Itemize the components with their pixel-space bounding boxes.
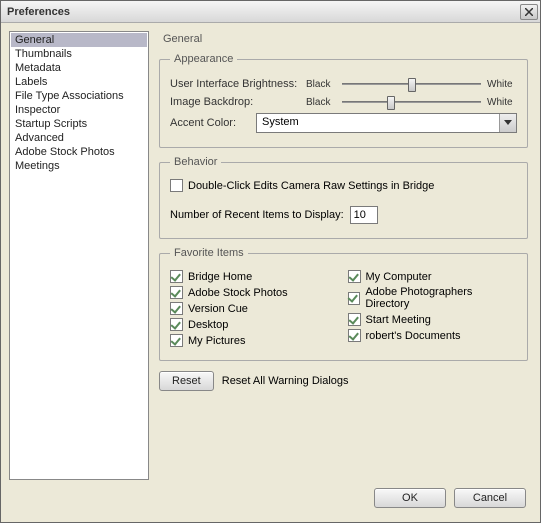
chevron-down-icon [499, 114, 516, 132]
favorite-label: Desktop [188, 319, 228, 331]
page-heading: General [163, 33, 528, 45]
slider-white-label-2: White [487, 97, 517, 108]
favorite-checkbox[interactable] [348, 313, 361, 326]
reset-warnings-label: Reset All Warning Dialogs [222, 375, 349, 387]
accent-color-value: System [257, 114, 499, 132]
titlebar: Preferences [1, 1, 540, 23]
accent-color-select[interactable]: System [256, 113, 517, 133]
favorite-item: Adobe Photographers Directory [348, 286, 518, 310]
favorite-checkbox[interactable] [348, 292, 361, 305]
sidebar-item-labels[interactable]: Labels [11, 75, 147, 89]
favorite-item: Start Meeting [348, 313, 518, 326]
favorite-checkbox[interactable] [170, 318, 183, 331]
favorite-label: robert's Documents [366, 330, 461, 342]
backdrop-slider-thumb[interactable] [387, 96, 395, 110]
favorite-label: My Pictures [188, 335, 245, 347]
appearance-legend: Appearance [170, 53, 237, 65]
backdrop-slider[interactable] [342, 95, 481, 109]
favorite-label: Adobe Photographers Directory [365, 286, 517, 310]
favorite-item: Desktop [170, 318, 340, 331]
favorite-item: My Pictures [170, 334, 340, 347]
favorite-label: Start Meeting [366, 314, 431, 326]
sidebar-item-advanced[interactable]: Advanced [11, 131, 147, 145]
backdrop-label: Image Backdrop: [170, 96, 300, 108]
favorite-item: robert's Documents [348, 329, 518, 342]
ok-button[interactable]: OK [374, 488, 446, 508]
main-panel: General Appearance User Interface Bright… [159, 31, 532, 480]
behavior-group: Behavior Double-Click Edits Camera Raw S… [159, 156, 528, 239]
recent-items-input[interactable]: 10 [350, 206, 378, 224]
favorite-item: Adobe Stock Photos [170, 286, 340, 299]
brightness-slider-thumb[interactable] [408, 78, 416, 92]
close-icon [525, 8, 533, 16]
sidebar-item-general[interactable]: General [11, 33, 147, 47]
slider-black-label-2: Black [306, 97, 336, 108]
favorite-item: Bridge Home [170, 270, 340, 283]
window-title: Preferences [7, 6, 70, 18]
behavior-legend: Behavior [170, 156, 221, 168]
slider-white-label: White [487, 79, 517, 90]
slider-black-label: Black [306, 79, 336, 90]
favorite-label: Adobe Stock Photos [188, 287, 288, 299]
favorites-group: Favorite Items Bridge Home Adobe Stock Ph… [159, 247, 528, 361]
appearance-group: Appearance User Interface Brightness: Bl… [159, 53, 528, 148]
favorites-legend: Favorite Items [170, 247, 248, 259]
brightness-slider[interactable] [342, 77, 481, 91]
sidebar-item-file-type-associations[interactable]: File Type Associations [11, 89, 147, 103]
favorite-checkbox[interactable] [170, 270, 183, 283]
cancel-button[interactable]: Cancel [454, 488, 526, 508]
reset-button[interactable]: Reset [159, 371, 214, 391]
favorite-item: Version Cue [170, 302, 340, 315]
category-sidebar: GeneralThumbnailsMetadataLabelsFile Type… [9, 31, 149, 480]
sidebar-item-startup-scripts[interactable]: Startup Scripts [11, 117, 147, 131]
dblclick-label: Double-Click Edits Camera Raw Settings i… [188, 180, 434, 192]
sidebar-item-thumbnails[interactable]: Thumbnails [11, 47, 147, 61]
sidebar-item-inspector[interactable]: Inspector [11, 103, 147, 117]
close-button[interactable] [520, 4, 538, 20]
dialog-footer: OK Cancel [1, 488, 540, 522]
preferences-window: Preferences GeneralThumbnailsMetadataLab… [0, 0, 541, 523]
sidebar-item-metadata[interactable]: Metadata [11, 61, 147, 75]
favorite-item: My Computer [348, 270, 518, 283]
sidebar-item-adobe-stock-photos[interactable]: Adobe Stock Photos [11, 145, 147, 159]
sidebar-item-meetings[interactable]: Meetings [11, 159, 147, 173]
favorite-checkbox[interactable] [170, 302, 183, 315]
favorite-checkbox[interactable] [348, 270, 361, 283]
recent-items-label: Number of Recent Items to Display: [170, 209, 344, 221]
favorite-checkbox[interactable] [170, 286, 183, 299]
favorite-label: My Computer [366, 271, 432, 283]
accent-color-label: Accent Color: [170, 117, 250, 129]
dblclick-checkbox[interactable] [170, 179, 183, 192]
favorite-checkbox[interactable] [170, 334, 183, 347]
favorite-label: Bridge Home [188, 271, 252, 283]
favorite-label: Version Cue [188, 303, 248, 315]
brightness-label: User Interface Brightness: [170, 78, 300, 90]
favorite-checkbox[interactable] [348, 329, 361, 342]
